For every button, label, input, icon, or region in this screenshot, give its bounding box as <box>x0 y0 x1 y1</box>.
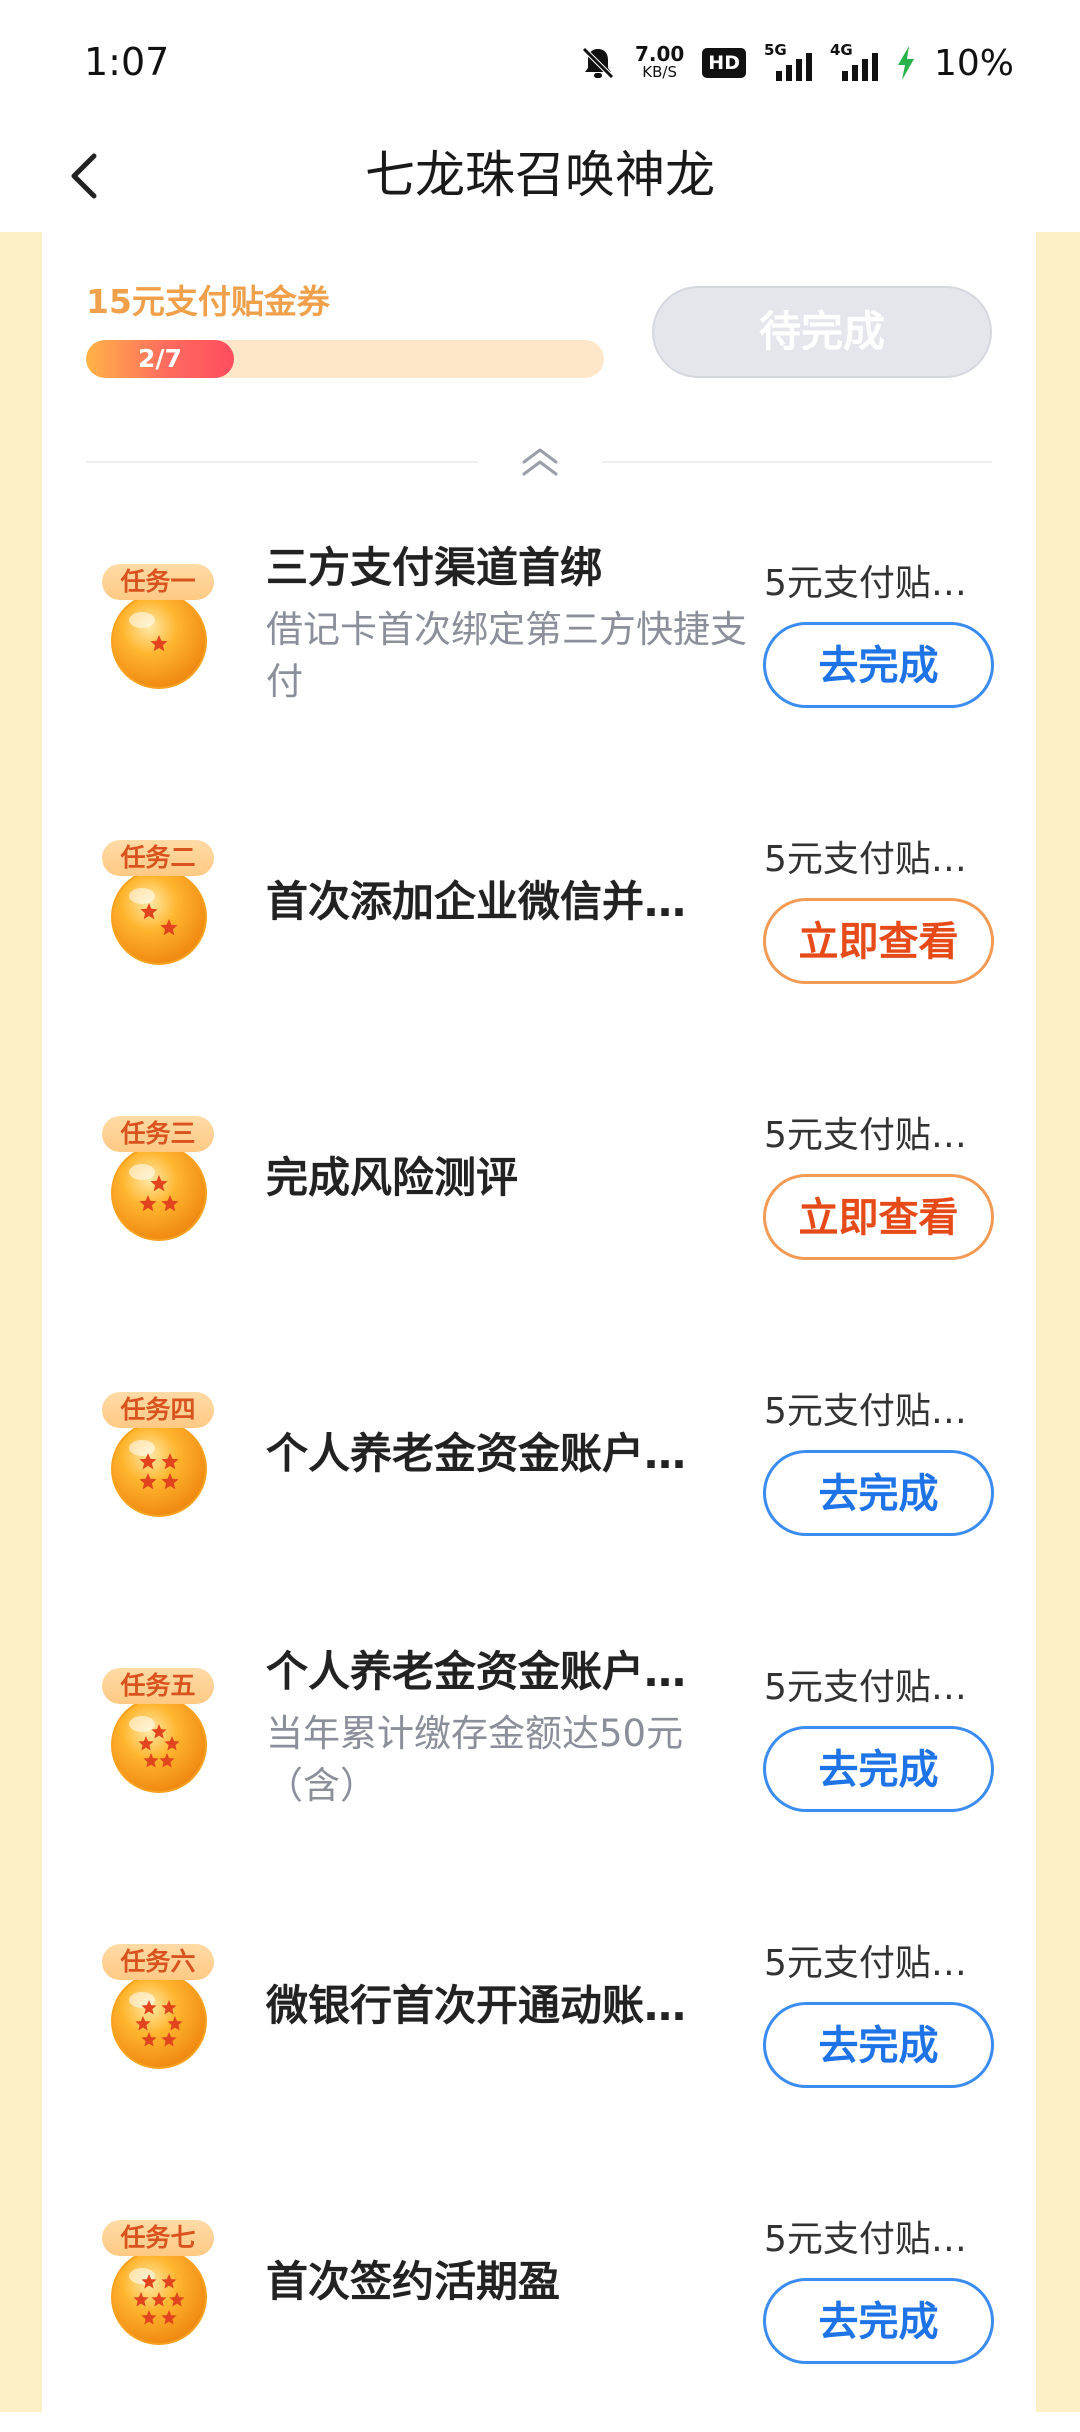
task-badge: 任务三 <box>102 1116 214 1152</box>
task-description: 当年累计缴存金额达50元（含） <box>266 1712 684 1807</box>
page-title: 七龙珠召唤神龙 <box>365 146 715 204</box>
go-complete-button[interactable]: 去完成 <box>763 1726 994 1812</box>
go-complete-button[interactable]: 去完成 <box>763 2278 994 2364</box>
task-title: 完成风险测评 <box>266 1153 519 1202</box>
task-title: 三方支付渠道首绑 <box>266 543 603 592</box>
status-bar: 1:07 7.00 KB/S HD 5G 4G 10% <box>0 0 1080 120</box>
battery-level: 10% <box>933 42 1014 84</box>
network-speed-unit: KB/S <box>642 63 677 81</box>
task-row: 任务五 个人养老金资金账户… 当年累计缴存金额达50元（含） 5元支付贴… 去完成 <box>42 1604 1036 1880</box>
task-description: 借记卡首次绑定第三方快捷支付 <box>266 608 747 703</box>
task-row: 任务二首次添加企业微信并… 5元支付贴… 立即查看 <box>42 776 1036 1052</box>
task-reward: 5元支付贴… <box>764 1943 967 1984</box>
dragon-ball-icon <box>111 1973 207 2069</box>
nav-header: 七龙珠召唤神龙 <box>0 120 1080 232</box>
network-speed-value: 7.00 <box>634 42 685 66</box>
task-badge: 任务六 <box>102 1944 214 1980</box>
dragon-ball-icon <box>111 1145 207 1241</box>
task-row: 任务七首次签约活期盈 5元支付贴… 去完成 <box>42 2156 1036 2432</box>
pending-status-button[interactable]: 待完成 <box>652 286 992 378</box>
task-row: 任务四个人养老金资金账户… 5元支付贴… 去完成 <box>42 1328 1036 1604</box>
signal-5g-icon: 5G <box>764 41 812 83</box>
dragon-ball-icon <box>111 1697 207 1793</box>
reward-title: 15元支付贴金券 <box>86 282 330 321</box>
task-reward: 5元支付贴… <box>764 563 967 604</box>
task-title: 个人养老金资金账户… <box>266 1647 687 1696</box>
hd-badge: HD <box>702 48 746 78</box>
task-row: 任务三完成风险测评 5元支付贴… 立即查看 <box>42 1052 1036 1328</box>
divider-left <box>86 461 478 463</box>
task-reward: 5元支付贴… <box>764 1391 967 1432</box>
go-complete-button[interactable]: 去完成 <box>763 1450 994 1536</box>
status-icons: 7.00 KB/S HD 5G 4G 10% <box>579 38 1014 88</box>
task-title: 个人养老金资金账户… <box>266 1429 687 1478</box>
view-now-button[interactable]: 立即查看 <box>763 1174 994 1260</box>
dragon-ball-icon <box>111 2249 207 2345</box>
collapse-toggle[interactable] <box>516 442 564 482</box>
view-now-button[interactable]: 立即查看 <box>763 898 994 984</box>
chevron-double-up-icon <box>522 448 558 476</box>
charging-icon <box>897 46 914 80</box>
task-badge: 任务二 <box>102 840 214 876</box>
go-complete-button[interactable]: 去完成 <box>763 622 994 708</box>
task-badge: 任务一 <box>102 564 214 600</box>
dragon-ball-icon <box>111 1421 207 1517</box>
progress-bar: 2/7 <box>86 340 604 378</box>
task-title: 首次签约活期盈 <box>266 2257 561 2306</box>
status-time: 1:07 <box>84 40 170 84</box>
signal-4g-icon: 4G <box>830 41 878 83</box>
task-reward: 5元支付贴… <box>764 2219 967 2260</box>
task-badge: 任务四 <box>102 1392 214 1428</box>
task-reward: 5元支付贴… <box>764 839 967 880</box>
dragon-ball-icon <box>111 593 207 689</box>
task-badge: 任务七 <box>102 2220 214 2256</box>
mute-bell-icon <box>582 47 614 79</box>
task-row: 任务六微银行首次开通动账… 5元支付贴… 去完成 <box>42 1880 1036 2156</box>
task-reward: 5元支付贴… <box>764 1667 967 1708</box>
task-title: 微银行首次开通动账… <box>266 1981 687 2030</box>
task-title: 首次添加企业微信并… <box>266 877 687 926</box>
network-speed: 7.00 KB/S <box>634 42 685 81</box>
go-complete-button[interactable]: 去完成 <box>763 2002 994 2088</box>
divider-right <box>602 461 992 463</box>
task-badge: 任务五 <box>102 1668 214 1704</box>
task-reward: 5元支付贴… <box>764 1115 967 1156</box>
dragon-ball-icon <box>111 869 207 965</box>
task-row: 任务一 三方支付渠道首绑借记卡首次绑定第三方快捷支付 5元支付贴… 去完成 <box>42 500 1036 776</box>
progress-text: 2/7 <box>138 344 182 373</box>
